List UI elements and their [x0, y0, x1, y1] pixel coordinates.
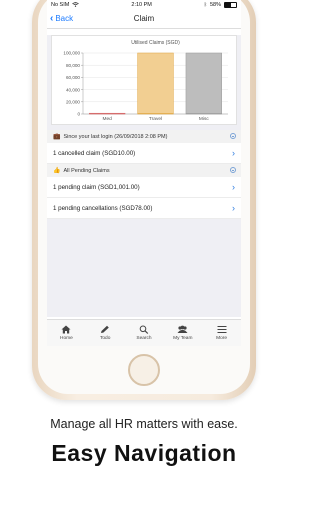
briefcase-icon: 💼	[53, 134, 61, 140]
battery-icon	[223, 1, 237, 8]
caption-headline: Easy Navigation	[51, 440, 237, 466]
list-item[interactable]: 1 pending claim (SGD1,001.00) ›	[47, 177, 241, 198]
y-tick-label: 60,000	[66, 75, 80, 80]
tab-my-team[interactable]: My Team	[163, 320, 202, 346]
collapse-icon[interactable]	[230, 167, 236, 173]
tab-label: My Team	[173, 336, 193, 341]
list-item-label: 1 pending cancellations (SGD78.00)	[53, 204, 153, 212]
chevron-right-icon: ›	[232, 182, 235, 192]
list-item[interactable]: 1 pending cancellations (SGD78.00) ›	[47, 198, 241, 219]
list-item-label: 1 pending claim (SGD1,001.00)	[53, 183, 140, 191]
section-header: 👍 All Pending Claims	[47, 164, 241, 177]
y-tick-label: 0	[77, 112, 80, 117]
back-button[interactable]: ‹ Back	[50, 13, 73, 24]
tab-search[interactable]: Search	[125, 320, 164, 346]
bar	[137, 52, 174, 115]
chevron-right-icon: ›	[232, 203, 235, 213]
chevron-left-icon: ‹	[50, 13, 54, 24]
tab-label: Search	[136, 336, 152, 341]
page-title: Claim	[133, 14, 155, 23]
battery-percent: 58%	[209, 1, 221, 8]
section-header-text: Since your last login (26/09/2018 2:08 P…	[63, 133, 168, 140]
claims-chart-card: Utilised Claims (SGD) 0 20,000 40,000 60,000…	[51, 35, 237, 125]
tab-label: More	[216, 336, 228, 341]
y-tick-label: 100,000	[63, 51, 80, 56]
caption-tagline: Manage all HR matters with ease.	[50, 417, 238, 431]
tab-label: Todo	[99, 336, 111, 341]
chart-title: Utilised Claims (SGD)	[131, 40, 180, 46]
bar	[185, 52, 222, 115]
section-header: 💼 Since your last login (26/09/2018 2:08…	[47, 130, 241, 143]
nav-bar: ‹ Back Claim	[47, 9, 241, 29]
x-tick-label: Travel	[149, 116, 162, 122]
search-icon	[139, 325, 149, 334]
x-tick-label: Misc	[199, 116, 209, 122]
y-tick-label: 20,000	[66, 100, 80, 105]
x-tick-label: Med	[102, 116, 112, 122]
claims-chart: Utilised Claims (SGD) 0 20,000 40,000 60,000…	[63, 40, 228, 122]
tab-label: Home	[60, 336, 73, 341]
team-icon	[177, 325, 188, 333]
home-button[interactable]	[128, 354, 160, 386]
tab-bar: Home Todo Search My Team More	[47, 319, 241, 346]
chevron-right-icon: ›	[232, 148, 235, 158]
status-bar: No SIM 2:10 PM ᛒ 58%	[47, 0, 241, 9]
pencil-icon	[101, 325, 109, 333]
list-item-label: 1 cancelled claim (SGD10.00)	[53, 149, 136, 157]
carrier-text: No SIM	[51, 1, 70, 8]
wifi-icon	[72, 2, 80, 7]
since-last-login-section: 💼 Since your last login (26/09/2018 2:08…	[47, 130, 241, 164]
tab-home[interactable]: Home	[47, 320, 86, 346]
list-item[interactable]: 1 cancelled claim (SGD10.00) ›	[47, 143, 241, 164]
bluetooth-icon: ᛒ	[203, 1, 207, 8]
home-icon	[61, 325, 71, 334]
y-tick-label: 80,000	[66, 63, 80, 68]
menu-icon	[217, 326, 227, 333]
status-time: 2:10 PM	[131, 1, 152, 8]
tab-todo[interactable]: Todo	[86, 320, 125, 346]
thumbs-up-icon: 👍	[53, 168, 61, 174]
pending-claims-section: 👍 All Pending Claims 1 pending claim (SG…	[47, 164, 241, 219]
back-label: Back	[55, 14, 74, 23]
y-tick-label: 40,000	[66, 87, 80, 92]
content-area: Utilised Claims (SGD) 0 20,000 40,000 60,000…	[47, 35, 241, 317]
tab-more[interactable]: More	[202, 320, 241, 346]
collapse-icon[interactable]	[230, 133, 236, 139]
app-screen: No SIM 2:10 PM ᛒ 58% ‹ Back Claim Utilis…	[47, 0, 241, 346]
section-header-text: All Pending Claims	[63, 167, 110, 174]
